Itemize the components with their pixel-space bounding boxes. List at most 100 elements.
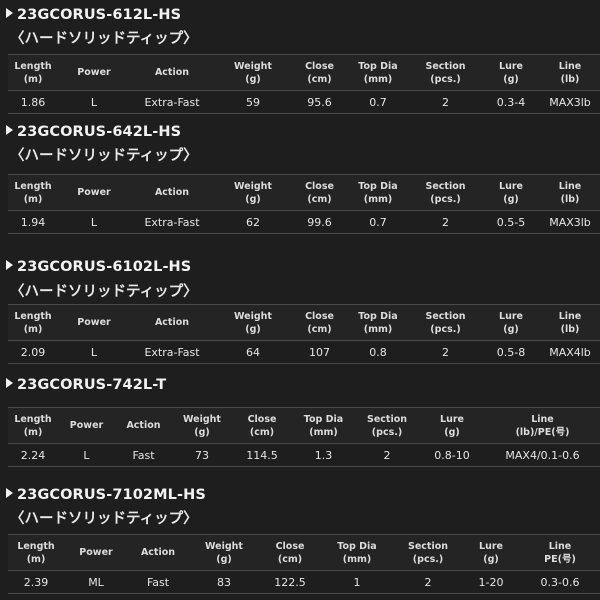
column-header-unit: (mm) (309, 426, 338, 438)
column-header-label: Close (305, 180, 334, 192)
product-subtitle: 〈ハードソリッドティップ〉 (10, 31, 198, 47)
table-cell: 2.39 (8, 570, 64, 594)
column-header: Section (pcs.) (394, 534, 462, 571)
column-header: Power (58, 54, 130, 91)
column-header-label: Power (77, 187, 111, 198)
column-header-unit: (g) (194, 426, 210, 438)
column-header-label: Length (17, 540, 55, 552)
column-header-unit: (cm) (307, 73, 332, 85)
header-row: Length (m) Power Action Weight (g) Close (cm) To… (8, 407, 600, 444)
table-cell: 114.5 (232, 443, 292, 467)
table-cell: L (58, 210, 130, 234)
column-header: Action (130, 304, 214, 341)
product-title: 23GCORUS-642L-HS (6, 124, 181, 140)
column-header: Line (lb) (540, 304, 600, 341)
column-header: Line PE(号) (520, 534, 600, 571)
table-cell: L (58, 443, 115, 467)
column-header: Lure (g) (462, 534, 520, 571)
table-cell: 2 (355, 443, 419, 467)
table-cell: ML (64, 570, 128, 594)
column-header: Action (130, 174, 214, 211)
table-cell: 83 (188, 570, 260, 594)
column-header: Length (m) (8, 54, 58, 91)
column-header-unit: (pcs.) (430, 193, 461, 205)
triangle-right-icon (6, 488, 13, 498)
column-header: Top Dia (mm) (320, 534, 394, 571)
column-header-label: Action (154, 187, 190, 198)
column-header-label: Close (275, 540, 305, 552)
column-header: Close (cm) (292, 304, 347, 341)
column-header: Close (cm) (260, 534, 320, 571)
column-header-unit: (cm) (249, 426, 275, 438)
column-header-unit: (g) (503, 323, 519, 335)
table-cell: L (58, 90, 130, 114)
column-header-label: Weight (183, 413, 221, 425)
column-header-label: Line (548, 540, 572, 552)
column-header-unit: (m) (23, 193, 43, 205)
column-header: Weight (g) (214, 304, 292, 341)
column-header-label: Length (14, 60, 52, 72)
column-header-label: Section (366, 413, 407, 425)
column-header-unit: (mm) (363, 323, 393, 335)
table-cell: L (58, 340, 130, 364)
column-header-label: Action (140, 547, 176, 558)
column-header-label: Lure (499, 310, 523, 322)
product-subtitle: 〈ハードソリッドティップ〉 (10, 148, 198, 164)
spec-table: Length (m) Power Action Weight (g) Close (cm) To… (8, 54, 600, 114)
column-header-unit: (m) (26, 553, 46, 565)
column-header-label: Length (14, 310, 52, 322)
triangle-right-icon (6, 378, 13, 388)
column-header: Close (cm) (232, 407, 292, 444)
column-header: Weight (g) (214, 54, 292, 91)
column-header: Action (128, 534, 188, 571)
column-header-label: Power (79, 547, 113, 558)
header-row: Length (m) Power Action Weight (g) Close (cm) To… (8, 534, 600, 571)
triangle-right-icon (6, 8, 13, 18)
table-cell: 1.3 (292, 443, 355, 467)
column-header-unit: (g) (216, 553, 232, 565)
column-header: Close (cm) (292, 174, 347, 211)
column-header: Power (58, 174, 130, 211)
column-header-label: Top Dia (303, 413, 344, 425)
column-header-label: Weight (234, 310, 272, 322)
column-header: Section (pcs.) (409, 54, 482, 91)
table-cell: 2.24 (8, 443, 58, 467)
column-header: Line (lb) (540, 54, 600, 91)
column-header-unit: (pcs.) (371, 426, 403, 438)
column-header: Line (lb)/PE(号) (485, 407, 600, 444)
column-header-unit: (g) (444, 426, 460, 438)
table-cell: 99.6 (292, 210, 347, 234)
table-cell: Fast (115, 443, 172, 467)
header-row: Length (m) Power Action Weight (g) Close (cm) To… (8, 304, 600, 341)
spec-table: Length (m) Power Action Weight (g) Close (cm) To… (8, 407, 600, 467)
column-header: Close (cm) (292, 54, 347, 91)
table-row: 1.86 L Extra-Fast 59 95.6 0.7 2 0.3-4 MAX3lb (8, 90, 600, 114)
table-cell: 0.8-10 (419, 443, 485, 467)
header-row: Length (m) Power Action Weight (g) Close (cm) To… (8, 54, 600, 91)
column-header: Action (115, 407, 172, 444)
table-cell: 0.3-4 (482, 90, 540, 114)
product-subtitle: 〈ハードソリッドティップ〉 (10, 284, 198, 300)
column-header: Lure (g) (482, 174, 540, 211)
product-title: 23GCORUS-6102L-HS (6, 259, 191, 275)
product-title: 23GCORUS-612L-HS (6, 7, 181, 23)
column-header-label: Line (558, 60, 582, 72)
column-header-label: Lure (440, 413, 464, 425)
column-header-label: Close (305, 310, 334, 322)
column-header: Section (pcs.) (409, 174, 482, 211)
triangle-right-icon (6, 260, 13, 270)
table-cell: 2 (409, 210, 482, 234)
table-cell: 0.5-8 (482, 340, 540, 364)
column-header-unit: (m) (23, 426, 43, 438)
product-subtitle: 〈ハードソリッドティップ〉 (10, 511, 198, 527)
table-cell: 95.6 (292, 90, 347, 114)
table-cell: 0.5-5 (482, 210, 540, 234)
table-row: 2.24 L Fast 73 114.5 1.3 2 0.8-10 MAX4/0.1-0.6 (8, 443, 600, 467)
column-header: Top Dia (mm) (292, 407, 355, 444)
column-header: Length (m) (8, 407, 58, 444)
column-header-label: Section (425, 180, 466, 192)
table-cell: 2.09 (8, 340, 58, 364)
column-header-unit: (m) (23, 73, 43, 85)
table-cell: 0.3-0.6 (520, 570, 600, 594)
column-header-label: Lure (499, 180, 523, 192)
